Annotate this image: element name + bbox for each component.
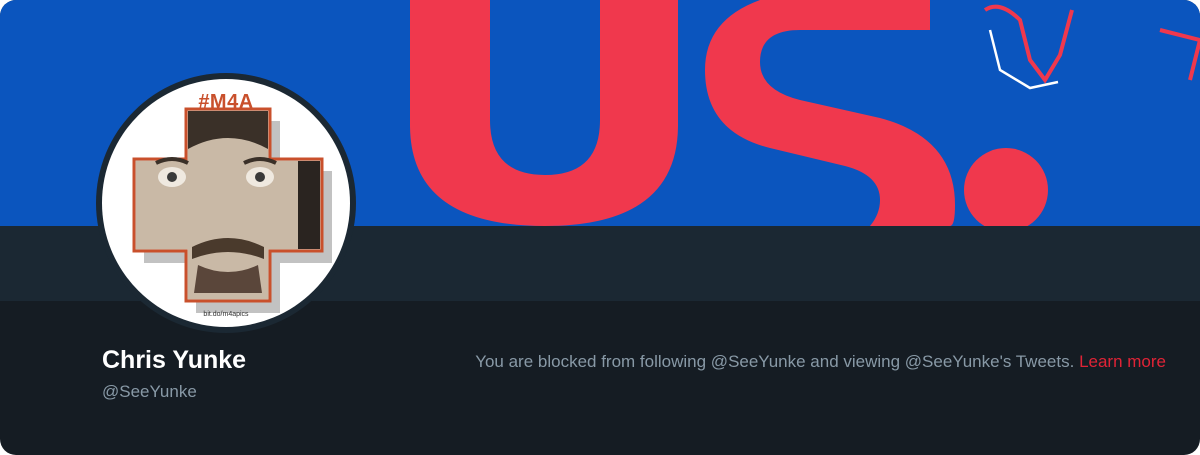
avatar-image: #M4A bit.do/m4apics <box>102 79 350 327</box>
profile-avatar[interactable]: #M4A bit.do/m4apics <box>96 73 356 333</box>
blocked-notice-message: You are blocked from following @SeeYunke… <box>475 352 1075 371</box>
profile-display-name: Chris Yunke <box>102 346 247 374</box>
avatar-artwork <box>132 107 332 313</box>
profile-card: #M4A bit.do/m4apics Chris Yunke @SeeYunk… <box>0 0 1200 455</box>
learn-more-link[interactable]: Learn more <box>1079 352 1166 371</box>
profile-handle: @SeeYunke <box>102 382 197 401</box>
avatar-hashtag: #M4A <box>198 91 254 113</box>
avatar-url-text: bit.do/m4apics <box>203 311 249 318</box>
blocked-notice: You are blocked from following @SeeYunke… <box>475 352 1166 372</box>
